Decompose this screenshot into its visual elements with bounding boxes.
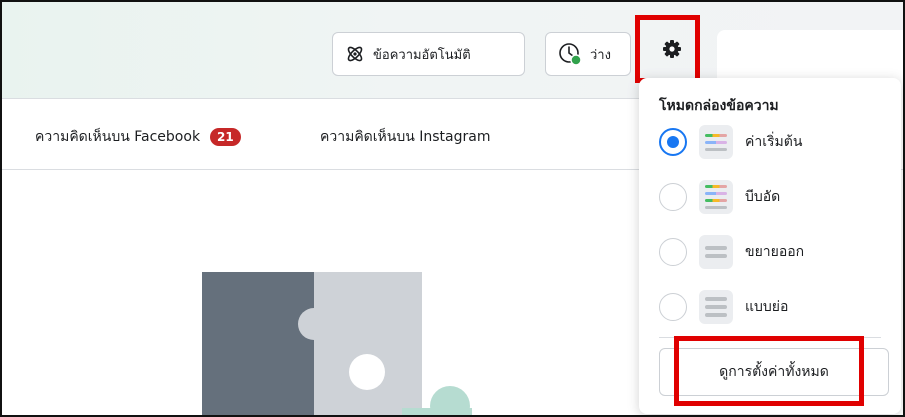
- radio-expanded[interactable]: [659, 238, 687, 266]
- screenshot-frame: ข้อความอัตโนมัติ ว่าง ความคิดเห็นบน Face…: [0, 0, 905, 417]
- option-minimal-label: แบบย่อ: [745, 299, 789, 315]
- away-status-button[interactable]: ว่าง: [545, 32, 631, 76]
- layout-minimal-icon: [699, 290, 733, 324]
- layout-default-icon: [699, 125, 733, 159]
- tab-facebook-label: ความคิดเห็นบน Facebook: [35, 129, 201, 145]
- auto-reply-button[interactable]: ข้อความอัตโนมัติ: [332, 32, 525, 76]
- away-status-label: ว่าง: [590, 47, 611, 63]
- option-compact[interactable]: บีบอัด: [659, 179, 780, 215]
- view-all-settings-button[interactable]: ดูการตั้งค่าทั้งหมด: [659, 348, 889, 396]
- option-compact-label: บีบอัด: [745, 189, 781, 205]
- puzzle-illustration: [202, 268, 502, 415]
- inbox-mode-menu: โหมดกล่องข้อความ ค่าเริ่มต้น บีบอัด ขยาย…: [639, 78, 901, 414]
- option-expanded-label: ขยายออก: [745, 244, 805, 260]
- unread-count-badge: 21: [210, 128, 241, 146]
- gear-icon: [662, 39, 682, 63]
- settings-gear-button[interactable]: [647, 24, 697, 78]
- layout-compact-icon: [699, 180, 733, 214]
- option-default-label: ค่าเริ่มต้น: [745, 134, 803, 150]
- option-expanded[interactable]: ขยายออก: [659, 234, 804, 270]
- auto-reply-label: ข้อความอัตโนมัติ: [373, 47, 471, 63]
- layout-expanded-icon: [699, 235, 733, 269]
- tab-facebook-comments[interactable]: ความคิดเห็นบน Facebook 21: [35, 126, 241, 148]
- atom-icon: [345, 44, 365, 64]
- radio-selected-dot: [667, 136, 679, 148]
- clock-icon: [558, 42, 582, 66]
- tab-instagram-comments[interactable]: ความคิดเห็นบน Instagram: [320, 126, 491, 148]
- radio-default[interactable]: [659, 128, 687, 156]
- radio-minimal[interactable]: [659, 293, 687, 321]
- option-default[interactable]: ค่าเริ่มต้น: [659, 124, 802, 160]
- view-all-settings-label: ดูการตั้งค่าทั้งหมด: [719, 364, 829, 380]
- menu-title: โหมดกล่องข้อความ: [659, 98, 779, 114]
- tab-instagram-label: ความคิดเห็นบน Instagram: [320, 129, 491, 145]
- option-minimal[interactable]: แบบย่อ: [659, 289, 788, 325]
- radio-compact[interactable]: [659, 183, 687, 211]
- menu-divider: [659, 337, 881, 338]
